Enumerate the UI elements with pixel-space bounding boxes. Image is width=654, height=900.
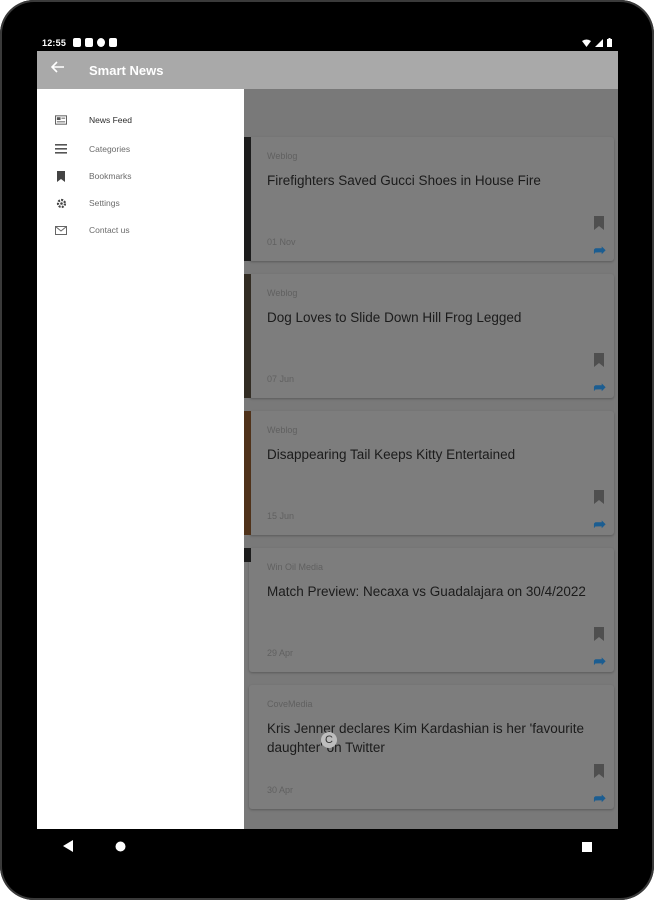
drawer-item-news-feed[interactable]: News Feed [37,109,244,131]
app-icon [97,38,105,47]
notification-icon [73,38,81,47]
arrow-back-icon[interactable] [50,60,65,79]
navigation-drawer: News Feed Categories Bookmarks Settings … [37,89,244,829]
wifi-icon [582,39,591,47]
app-screen: Smart News Weblog Firefighters Saved Guc… [37,51,618,829]
drawer-item-bookmarks[interactable]: Bookmarks [37,165,244,187]
status-bar: 12:55 [37,36,618,51]
nav-recents-icon[interactable] [582,839,592,857]
loading-spinner: C [321,732,337,748]
sd-card-icon [109,38,117,47]
app-bar: Smart News [37,51,618,89]
mail-icon [55,224,67,236]
status-left-icons [73,38,117,47]
drawer-item-categories[interactable]: Categories [37,138,244,160]
drawer-item-label: Categories [89,144,131,154]
drawer-item-label: Settings [89,198,120,208]
drawer-item-label: News Feed [89,115,132,125]
nav-back-icon[interactable] [63,839,73,857]
nav-home-icon[interactable] [115,839,126,857]
drawer-item-label: Bookmarks [89,171,132,181]
system-nav-bar [37,829,618,865]
status-time: 12:55 [42,38,67,48]
status-right-icons [582,38,612,47]
drawer-item-label: Contact us [89,225,130,235]
notification-icon [85,38,93,47]
battery-icon [607,38,612,47]
gear-icon [55,197,67,209]
drawer-item-settings[interactable]: Settings [37,192,244,214]
newspaper-icon [55,114,67,126]
signal-icon [595,38,603,47]
app-title: Smart News [89,63,164,78]
list-icon [55,143,67,155]
bookmark-icon [55,170,67,182]
loader-glyph: C [325,734,333,746]
drawer-item-contact-us[interactable]: Contact us [37,219,244,241]
